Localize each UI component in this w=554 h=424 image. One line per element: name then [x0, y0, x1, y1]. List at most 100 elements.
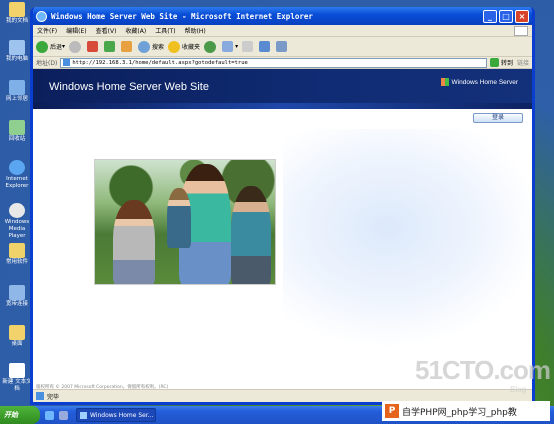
folder-icon — [9, 325, 25, 340]
page-content: Windows Home Server Web Site Windows Hom… — [33, 69, 532, 392]
menu-view[interactable]: 查看(V) — [96, 26, 117, 35]
refresh-button[interactable] — [104, 41, 117, 52]
menu-file[interactable]: 文件(F) — [37, 26, 57, 35]
menu-help[interactable]: 帮助(H) — [185, 26, 206, 35]
php-logo-icon: P — [385, 404, 399, 418]
desktop-icon-broadband[interactable]: 宽带连接 — [2, 285, 32, 308]
history-button[interactable] — [204, 40, 218, 53]
address-bar: 地址(D) http://192.168.3.1/home/default.as… — [33, 57, 532, 69]
back-arrow-icon — [36, 40, 48, 53]
windows-flag-icon — [440, 78, 449, 86]
watermark-blog: Blog — [510, 385, 527, 394]
star-icon — [168, 40, 181, 53]
maximize-button[interactable]: □ — [499, 9, 513, 23]
desktop-icon-label: 常用软件 — [5, 259, 28, 265]
title-bar[interactable]: Windows Home Server Web Site - Microsoft… — [33, 7, 532, 25]
text-file-icon — [9, 363, 25, 378]
forward-button[interactable] — [69, 40, 83, 53]
desktop-icon-my-computer[interactable]: 我的电脑 — [2, 40, 32, 63]
search-label: 搜索 — [152, 44, 165, 51]
desktop-icon-label: 网上邻居 — [5, 96, 28, 102]
refresh-icon — [104, 41, 116, 52]
menu-edit[interactable]: 编辑(E) — [66, 26, 86, 35]
home-icon — [121, 41, 133, 52]
desktop-icon-recycle-bin[interactable]: 回收站 — [2, 120, 32, 143]
desktop-icon-label: Windows Media Player — [4, 219, 30, 239]
forward-arrow-icon — [69, 40, 82, 53]
mail-button[interactable]: ▾ — [222, 41, 238, 52]
address-url: http://192.168.3.1/home/default.aspx?got… — [72, 59, 248, 66]
links-button[interactable]: 链接 — [517, 58, 529, 67]
photo-boy — [167, 188, 191, 248]
back-button[interactable]: 后退 ▾ — [36, 40, 65, 53]
toolbar: 后退 ▾ 搜索 收藏夹 ▾ — [33, 37, 532, 57]
home-button[interactable] — [121, 41, 134, 52]
window-title: Windows Home Server Web Site - Microsoft… — [51, 11, 313, 21]
favorites-label: 收藏夹 — [182, 44, 201, 51]
quick-launch-ie-icon[interactable] — [45, 410, 54, 420]
mail-icon — [222, 41, 234, 52]
photo-girl — [113, 200, 155, 284]
menu-bar: 文件(F) 编辑(E) 查看(V) 收藏(A) 工具(T) 帮助(H) — [33, 25, 532, 37]
stop-icon — [87, 41, 99, 52]
address-input[interactable]: http://192.168.3.1/home/default.aspx?got… — [60, 57, 487, 68]
favorites-button[interactable]: 收藏夹 — [168, 40, 201, 53]
page-done-icon — [36, 392, 44, 400]
photo-man — [231, 186, 271, 284]
internet-explorer-icon — [9, 160, 25, 175]
family-photo — [94, 159, 276, 285]
desktop-icon-label: 回收站 — [8, 136, 26, 142]
desktop-icon-new-text[interactable]: 新建 文本文档 — [2, 363, 32, 393]
go-label: 转到 — [500, 60, 513, 67]
printer-icon — [242, 41, 254, 52]
status-text: 完毕 — [47, 393, 60, 401]
menu-tools[interactable]: 工具(T) — [155, 26, 175, 35]
watermark-php: P 自学PHP网_php学习_php教 — [382, 401, 550, 421]
brand-label: Windows Home Server — [451, 78, 518, 86]
edit-button[interactable] — [259, 41, 272, 52]
edit-icon — [259, 41, 271, 52]
close-button[interactable]: × — [515, 9, 529, 23]
desktop-icon-ie[interactable]: Internet Explorer — [2, 160, 32, 190]
desktop-icon-label: 新建 文本文档 — [2, 379, 32, 392]
watermark-51cto: 51CTO.com — [415, 355, 551, 385]
media-player-icon — [9, 203, 25, 218]
stop-button[interactable] — [87, 41, 100, 52]
search-button[interactable]: 搜索 — [138, 40, 165, 53]
desktop-icon-media-player[interactable]: Windows Media Player — [2, 203, 32, 240]
desktop-icon-software[interactable]: 常用软件 — [2, 243, 32, 266]
minimize-button[interactable]: _ — [483, 9, 497, 23]
folder-icon — [9, 243, 25, 258]
chevron-down-icon: ▾ — [235, 43, 239, 50]
taskbar-item-browser[interactable]: Windows Home Ser... — [76, 408, 156, 422]
site-title: Windows Home Server Web Site — [49, 81, 209, 93]
recycle-bin-icon — [9, 120, 25, 135]
menu-favorites[interactable]: 收藏(A) — [125, 26, 146, 35]
messenger-icon — [276, 41, 288, 52]
folder-icon — [9, 2, 25, 17]
network-connection-icon — [9, 285, 25, 300]
taskbar-item-label: Windows Home Ser... — [90, 411, 154, 419]
internet-explorer-icon — [36, 10, 47, 22]
browser-window: Windows Home Server Web Site - Microsoft… — [30, 7, 535, 405]
desktop-icon-network[interactable]: 网上邻居 — [2, 80, 32, 103]
messenger-button[interactable] — [276, 41, 289, 52]
quick-launch-desktop-icon[interactable] — [59, 410, 68, 420]
print-button[interactable] — [242, 41, 255, 52]
brand-logo: Windows Home Server — [440, 78, 518, 86]
desktop-icon-my-documents[interactable]: 我的文档 — [2, 2, 32, 25]
login-button[interactable]: 登录 — [473, 113, 523, 123]
internet-explorer-icon — [80, 411, 87, 419]
history-icon — [204, 40, 217, 53]
desktop-icon-label: 宽带连接 — [5, 301, 28, 307]
desktop-icon-label: 桌面 — [11, 341, 23, 347]
desktop-icon-desktop[interactable]: 桌面 — [2, 325, 32, 348]
page-icon — [63, 59, 71, 66]
desktop-icon-label: Internet Explorer — [5, 176, 29, 189]
computer-icon — [9, 40, 25, 55]
start-button[interactable]: 开始 — [0, 406, 40, 424]
back-label: 后退 — [50, 44, 63, 51]
windows-logo-icon — [514, 25, 528, 36]
go-button[interactable]: 转到 — [489, 58, 513, 67]
address-label: 地址(D) — [36, 60, 58, 67]
